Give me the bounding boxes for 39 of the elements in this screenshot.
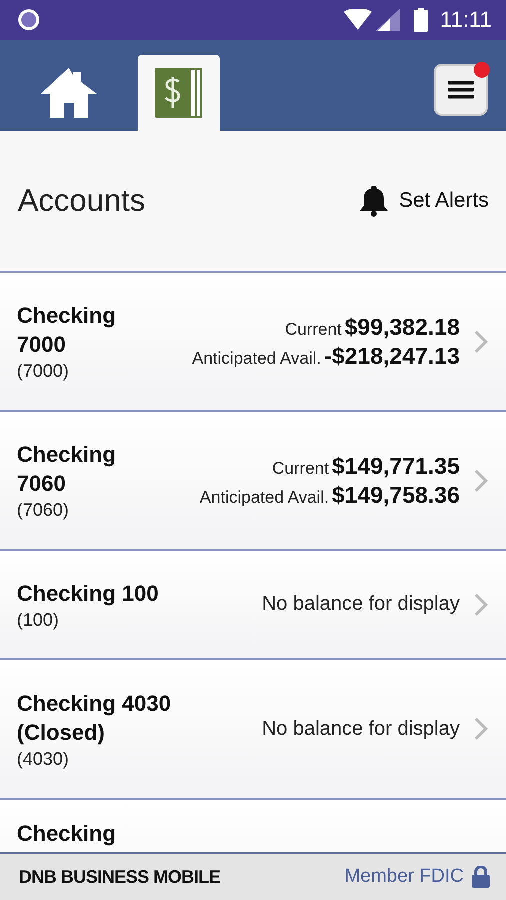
balance-label: Anticipated Avail. <box>192 348 322 368</box>
account-name[interactable]: Checking 100 <box>17 578 217 608</box>
chevron-icon <box>474 592 488 616</box>
brand-name: DNB BUSINESS MOBILE <box>19 866 221 888</box>
home-icon <box>39 66 99 120</box>
balance-amount: $149,771.35 <box>332 452 460 480</box>
chevron-icon <box>474 717 488 741</box>
wifi-icon <box>344 9 372 31</box>
nav-tab[interactable] <box>138 55 220 131</box>
balance-amount: $99,382.18 <box>344 314 460 340</box>
set-alerts-button[interactable]: Set Alerts <box>359 185 489 217</box>
money-icon <box>155 67 203 119</box>
account-name[interactable]: Checking <box>17 819 167 848</box>
page-title: Accounts <box>18 183 146 219</box>
account-name[interactable]: Checking 7060 <box>17 440 167 498</box>
signal-icon <box>376 9 400 31</box>
status-time: 11:11 <box>440 7 492 33</box>
balance-message: No balance for display <box>262 718 460 740</box>
bell-icon <box>359 185 390 217</box>
balance-label: Anticipated Avail. <box>200 488 330 508</box>
account-name[interactable]: Checking 7000 <box>17 301 167 359</box>
balance-label: Current <box>272 458 330 478</box>
balance-message: No balance for display <box>262 593 460 616</box>
status-circle-icon <box>18 9 40 31</box>
account-number: (4030) <box>17 748 70 770</box>
balance-amount: $149,758.36 <box>332 482 460 508</box>
chevron-icon <box>474 330 488 354</box>
account-number: (7060) <box>17 500 70 521</box>
account-name[interactable]: Checking 4030 (Closed) <box>17 688 217 746</box>
lock-icon <box>472 866 490 888</box>
account-number: (100) <box>17 610 60 630</box>
account-number: (7000) <box>17 361 70 382</box>
member-fdic-text: Member FDIC <box>344 866 464 888</box>
battery-icon <box>414 8 428 32</box>
balance-amount: -$218,247.13 <box>324 342 460 370</box>
chevron-icon <box>474 468 488 492</box>
balance-label: Current <box>285 320 342 340</box>
menu-button[interactable] <box>434 64 488 116</box>
menu-icon <box>448 80 474 100</box>
